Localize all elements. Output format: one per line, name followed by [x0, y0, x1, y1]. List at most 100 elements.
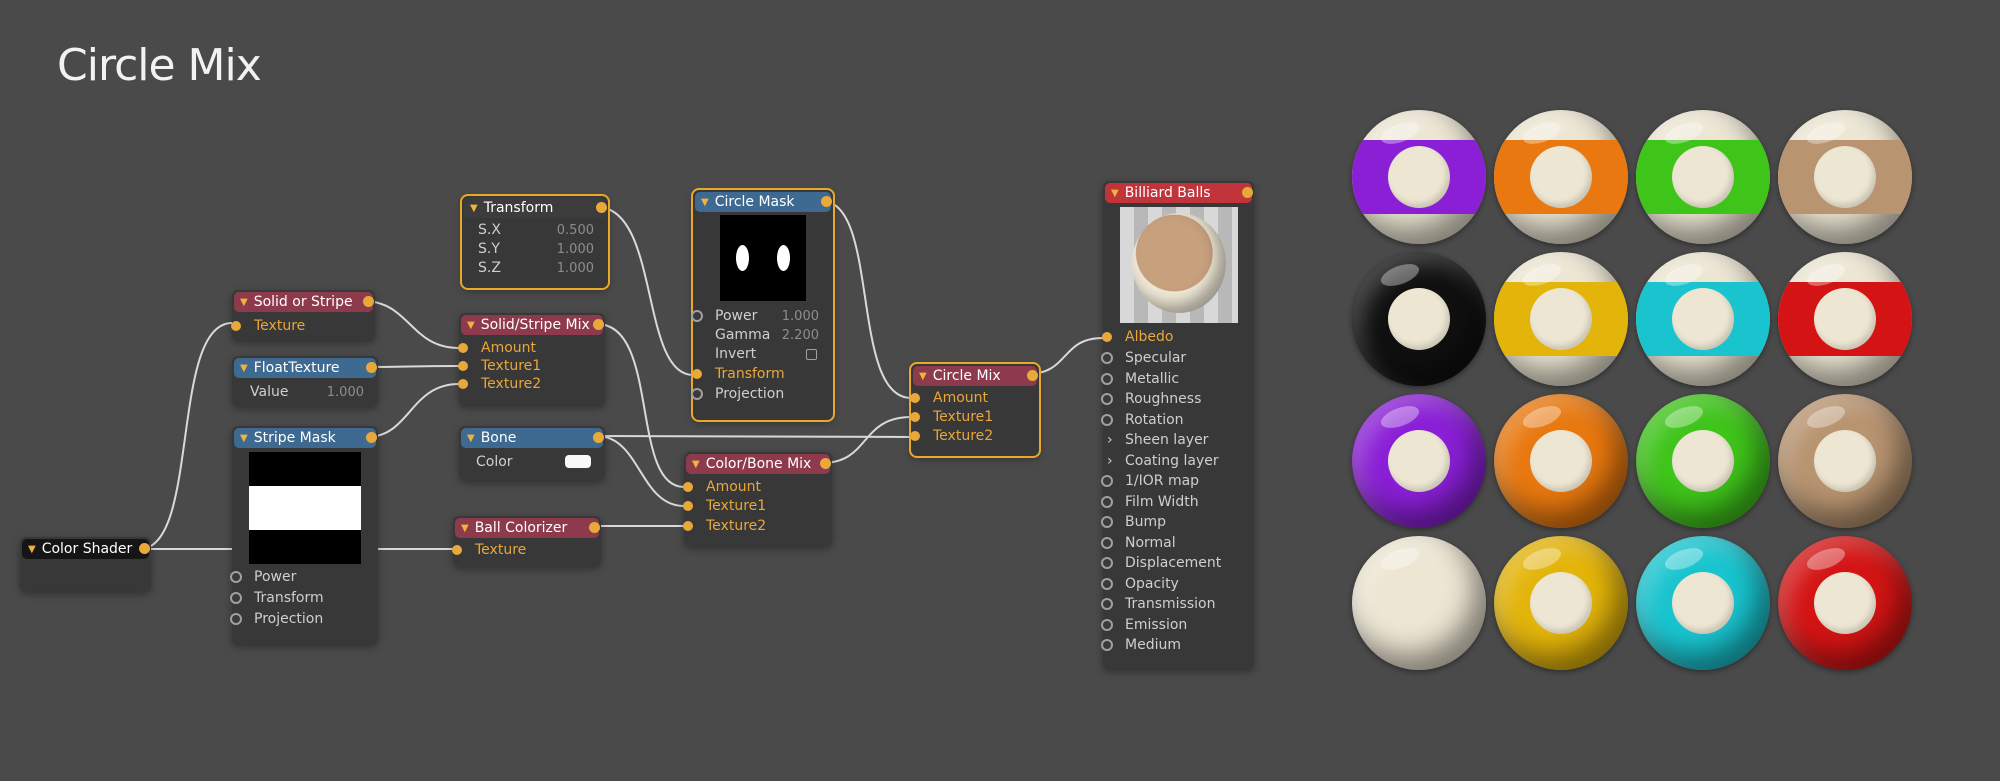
output-socket[interactable] [366, 432, 377, 443]
billiard-ball-render [1636, 394, 1770, 528]
billiard-ball-render [1494, 394, 1628, 528]
collapse-triangle-icon[interactable]: ▼ [240, 433, 248, 444]
wire-transform-circlemask [596, 206, 694, 376]
param-socket[interactable] [1101, 598, 1113, 610]
node-transform[interactable]: ▼ Transform S.X 0.500 S.Y 1.000 S.Z 1.000 [460, 194, 610, 290]
output-socket[interactable] [593, 319, 604, 330]
ball-gloss-highlight [1662, 401, 1706, 433]
billiard-ball-render [1494, 536, 1628, 670]
input-socket[interactable] [458, 361, 468, 371]
value-field[interactable]: 1.000 [557, 261, 594, 276]
material-preview [1120, 207, 1238, 323]
input-socket[interactable] [1102, 332, 1112, 342]
output-socket[interactable] [593, 432, 604, 443]
collapse-triangle-icon[interactable]: ▼ [692, 459, 700, 470]
output-socket[interactable] [1027, 370, 1038, 381]
chevron-right-icon[interactable]: › [1107, 432, 1113, 448]
param-socket[interactable] [1101, 393, 1113, 405]
value-field[interactable]: 0.500 [557, 223, 594, 238]
node-float-texture[interactable]: ▼ FloatTexture Value 1.000 [232, 356, 378, 406]
param-label[interactable]: Coating layer [1125, 453, 1219, 469]
ball-gloss-highlight [1804, 543, 1848, 575]
output-socket[interactable] [1242, 187, 1253, 198]
collapse-triangle-icon[interactable]: ▼ [1111, 188, 1119, 199]
node-circle-mix[interactable]: ▼ Circle Mix Amount Texture1 Texture2 [909, 362, 1041, 458]
invert-checkbox[interactable] [806, 349, 817, 360]
output-socket[interactable] [363, 296, 374, 307]
param-label: Power [715, 308, 758, 324]
param-socket[interactable] [1101, 516, 1113, 528]
value-field[interactable]: 1.000 [327, 385, 364, 400]
node-editor-canvas[interactable]: Circle Mix ▼ Color Shader ▼ Solid or Str… [0, 0, 2000, 781]
collapse-triangle-icon[interactable]: ▼ [470, 203, 478, 214]
input-socket[interactable] [910, 393, 920, 403]
param-socket[interactable] [1101, 557, 1113, 569]
input-socket[interactable] [683, 482, 693, 492]
param-socket[interactable] [230, 613, 242, 625]
input-label: Transform [715, 366, 785, 382]
billiard-ball-render [1352, 110, 1486, 244]
param-socket[interactable] [691, 388, 703, 400]
param-socket[interactable] [1101, 537, 1113, 549]
node-color-bone-mix[interactable]: ▼ Color/Bone Mix Amount Texture1 Texture2 [683, 452, 832, 546]
param-socket[interactable] [230, 571, 242, 583]
node-bone[interactable]: ▼ Bone Color [459, 426, 605, 480]
value-field[interactable]: 1.000 [782, 309, 819, 324]
param-socket[interactable] [230, 592, 242, 604]
value-field[interactable]: 2.200 [782, 328, 819, 343]
param-socket[interactable] [1101, 373, 1113, 385]
param-socket[interactable] [1101, 496, 1113, 508]
color-swatch[interactable] [565, 455, 591, 468]
param-socket[interactable] [1101, 639, 1113, 651]
billiard-ball-render [1494, 252, 1628, 386]
collapse-triangle-icon[interactable]: ▼ [461, 523, 469, 534]
input-socket[interactable] [683, 521, 693, 531]
param-label: S.Y [478, 241, 500, 257]
input-socket[interactable] [458, 343, 468, 353]
output-socket[interactable] [589, 522, 600, 533]
collapse-triangle-icon[interactable]: ▼ [28, 544, 36, 555]
input-socket[interactable] [452, 545, 462, 555]
node-color-shader[interactable]: ▼ Color Shader [20, 537, 151, 591]
input-socket[interactable] [231, 321, 241, 331]
param-socket[interactable] [1101, 414, 1113, 426]
param-socket[interactable] [1101, 475, 1113, 487]
node-ball-colorizer[interactable]: ▼ Ball Colorizer Texture [452, 516, 601, 566]
param-label: Transform [254, 590, 324, 606]
input-label: Texture2 [706, 518, 767, 534]
param-socket[interactable] [1101, 578, 1113, 590]
input-label: Texture2 [481, 376, 542, 392]
param-label: Displacement [1125, 555, 1222, 571]
collapse-triangle-icon[interactable]: ▼ [240, 363, 248, 374]
input-socket[interactable] [458, 379, 468, 389]
ball-gloss-highlight [1378, 401, 1422, 433]
input-label: Texture1 [706, 498, 767, 514]
collapse-triangle-icon[interactable]: ▼ [467, 433, 475, 444]
param-socket[interactable] [1101, 352, 1113, 364]
collapse-triangle-icon[interactable]: ▼ [701, 197, 709, 208]
node-stripe-mask[interactable]: ▼ Stripe Mask Power Transform Projection [230, 426, 378, 644]
node-solid-or-stripe[interactable]: ▼ Solid or Stripe Texture [231, 290, 375, 340]
collapse-triangle-icon[interactable]: ▼ [467, 320, 475, 331]
node-circle-mask[interactable]: ▼ Circle Mask Power 1.000 Gamma 2.200 Inver… [691, 188, 835, 422]
node-billiard-balls[interactable]: ▼ Billiard Balls Albedo Specular Metallic… [1101, 181, 1254, 669]
input-socket[interactable] [910, 431, 920, 441]
param-socket[interactable] [691, 310, 703, 322]
input-socket[interactable] [692, 369, 702, 379]
output-socket[interactable] [596, 202, 607, 213]
param-socket[interactable] [1101, 619, 1113, 631]
input-socket[interactable] [910, 412, 920, 422]
input-label: Texture [475, 542, 527, 558]
value-field[interactable]: 1.000 [557, 242, 594, 257]
param-label[interactable]: Sheen layer [1125, 432, 1208, 448]
input-socket[interactable] [683, 501, 693, 511]
output-socket[interactable] [820, 458, 831, 469]
chevron-right-icon[interactable]: › [1107, 453, 1113, 469]
collapse-triangle-icon[interactable]: ▼ [240, 297, 248, 308]
collapse-triangle-icon[interactable]: ▼ [919, 371, 927, 382]
node-solid-stripe-mix[interactable]: ▼ Solid/Stripe Mix Amount Texture1 Textur… [458, 313, 605, 405]
output-socket[interactable] [139, 543, 150, 554]
param-label: Medium [1125, 637, 1181, 653]
output-socket[interactable] [821, 196, 832, 207]
output-socket[interactable] [366, 362, 377, 373]
